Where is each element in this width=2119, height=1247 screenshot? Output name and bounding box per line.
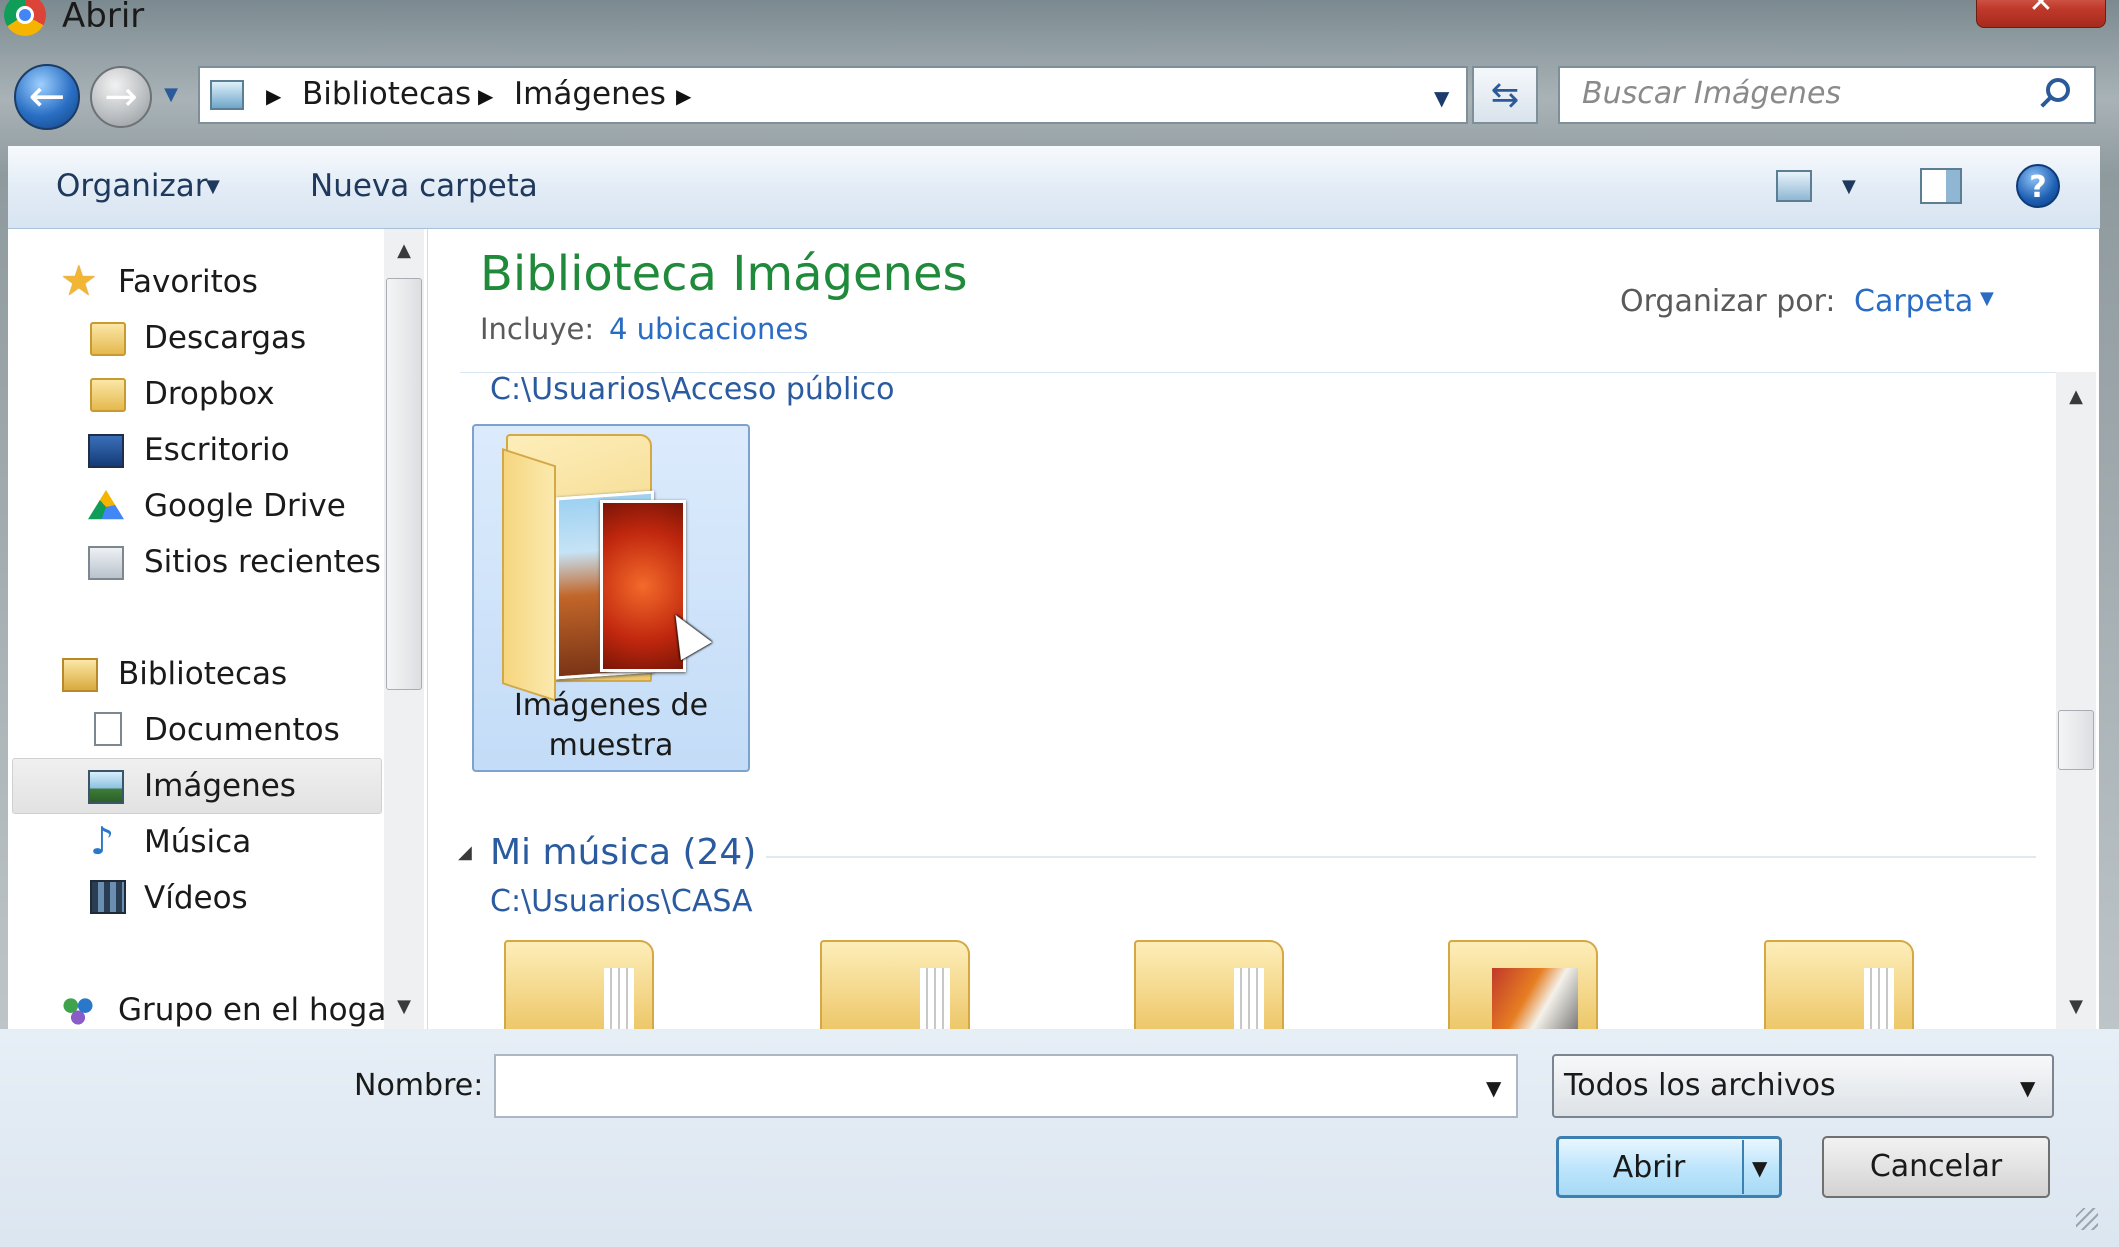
file-type-value[interactable]: Todos los archivos [1564,1068,1836,1103]
nav-item-imagenes[interactable]: Imágenes [144,768,296,804]
folder-label-line1: Imágenes de [513,688,709,723]
open-button[interactable]: Abrir [1556,1136,1782,1198]
nav-scrollbar-thumb[interactable] [386,278,422,690]
search-icon[interactable] [2046,78,2070,102]
recent-places-icon [88,546,124,580]
window-title: Abrir [62,0,145,36]
breadcrumb-separator-icon[interactable]: ▶ [676,84,691,108]
collapse-group-icon[interactable]: ◢ [458,842,472,863]
library-title: Biblioteca Imágenes [480,246,968,302]
help-icon[interactable]: ? [2016,164,2060,208]
open-options-dropdown[interactable]: ▼ [1752,1156,1767,1180]
nav-item-descargas[interactable]: Descargas [144,320,306,356]
refresh-icon: ⇆ [1490,75,1520,115]
nav-favorites[interactable]: Favoritos [118,264,258,300]
search-input[interactable]: Buscar Imágenes [1582,76,1841,111]
back-button[interactable]: ← [14,64,80,130]
breadcrumb-separator-icon[interactable]: ▶ [266,84,281,108]
address-history-dropdown[interactable]: ▼ [1434,86,1449,110]
music-note-icon: ♪ [90,819,115,863]
breadcrumb-bibliotecas[interactable]: Bibliotecas [302,76,471,112]
scroll-up-icon[interactable]: ▲ [384,240,424,261]
pictures-library-icon [210,80,244,110]
group-header-mi-musica[interactable]: Mi música (24) [490,832,756,873]
dropbox-folder-icon [90,378,126,412]
nav-item-documentos[interactable]: Documentos [144,712,340,748]
close-button[interactable]: ✕ [1976,0,2106,28]
pictures-folder-icon[interactable] [1448,940,1598,1030]
video-film-icon [90,880,126,914]
music-folder-icon[interactable] [504,940,654,1030]
documents-icon [94,712,122,746]
arrange-by-label: Organizar por: [1620,284,1836,319]
forward-button[interactable]: → [90,66,152,128]
music-folder-icon[interactable] [1134,940,1284,1030]
open-button-label[interactable]: Abrir [1613,1150,1686,1185]
includes-locations-link[interactable]: 4 ubicaciones [609,312,808,346]
chevron-down-icon[interactable]: ▼ [1980,288,1994,309]
nav-bibliotecas[interactable]: Bibliotecas [118,656,287,692]
content-scrollbar-thumb[interactable] [2058,710,2094,770]
nav-item-escritorio[interactable]: Escritorio [144,432,290,468]
filename-history-dropdown[interactable]: ▼ [1486,1076,1501,1100]
breadcrumb-separator-icon[interactable]: ▶ [478,84,493,108]
nav-item-google-drive[interactable]: Google Drive [144,488,346,524]
star-icon: ★ [60,256,98,305]
pictures-icon [88,770,124,804]
nav-item-musica[interactable]: Música [144,824,251,860]
music-folder-icon[interactable] [820,940,970,1030]
arrange-by-dropdown[interactable]: Carpeta [1854,284,1973,319]
content-scrollbar[interactable] [2056,372,2096,1029]
refresh-button[interactable]: ⇆ [1472,66,1538,124]
view-options-dropdown[interactable]: ▼ [1842,176,1856,197]
filename-label: Nombre: [354,1068,484,1103]
folder-label-line2: muestra [548,728,674,763]
open-split-divider [1742,1140,1744,1194]
arrow-left-icon: ← [28,71,66,122]
filename-input[interactable] [494,1054,1518,1118]
homegroup-icon [60,992,96,1026]
recent-pages-dropdown[interactable]: ▼ [160,84,182,106]
scroll-down-icon[interactable]: ▼ [2056,996,2096,1017]
group-divider [766,856,2036,858]
cancel-button[interactable]: Cancelar [1822,1136,2050,1198]
nav-item-sitios-recientes[interactable]: Sitios recientes [144,544,381,580]
scroll-up-icon[interactable]: ▲ [2056,386,2096,407]
scroll-down-icon[interactable]: ▼ [384,996,424,1017]
resize-grip[interactable] [2076,1208,2098,1230]
preview-pane-icon[interactable] [1920,168,1962,204]
chevron-down-icon[interactable]: ▼ [2020,1076,2035,1100]
change-view-icon[interactable] [1776,170,1812,202]
downloads-folder-icon [90,322,126,356]
music-folder-icon[interactable] [1764,940,1914,1030]
nav-item-dropbox[interactable]: Dropbox [144,376,275,412]
nav-item-videos[interactable]: Vídeos [144,880,248,916]
nav-grupo-en-el-hogar[interactable]: Grupo en el hogar [118,992,399,1028]
includes-label: Incluye: [480,312,595,346]
folder-front-flap [502,448,556,702]
desktop-icon [88,434,124,468]
arrow-right-icon: → [104,74,138,120]
group-path-public: C:\Usuarios\Acceso público [490,372,895,407]
folder-label: Imágenes de muestra [472,686,750,766]
new-folder-button[interactable]: Nueva carpeta [310,168,538,204]
organize-button[interactable]: Organizar [56,168,208,204]
group-path-casa: C:\Usuarios\CASA [490,884,753,919]
libraries-icon [62,658,98,692]
chevron-down-icon[interactable]: ▼ [206,176,220,197]
breadcrumb-imagenes[interactable]: Imágenes [514,76,666,112]
